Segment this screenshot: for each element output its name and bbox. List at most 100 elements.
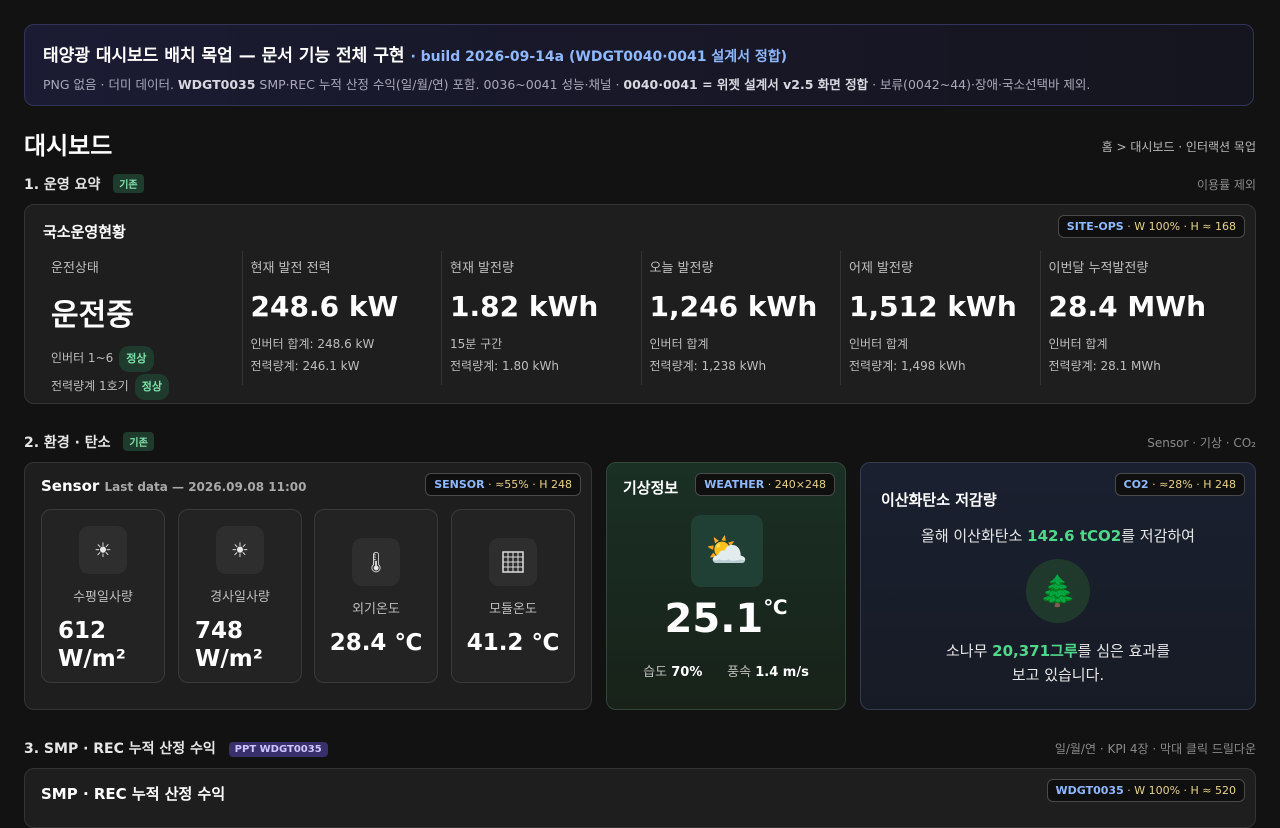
tag-key: CO2 [1123, 478, 1149, 491]
status-badge: 정상 [119, 346, 154, 372]
sensor-card: Sensor Last data — 2026.09.08 11:00 SENS… [24, 462, 592, 710]
sensor-label: 경사일사량 [210, 590, 270, 605]
section-2-header: 2. 환경 · 탄소 기존 [24, 432, 154, 452]
sensor-label: 외기온도 [352, 602, 400, 617]
wind-label: 풍속 [727, 665, 752, 680]
metric-sub: 인버터 합계 [649, 337, 709, 351]
tag-spec: · W 100% · H ≈ 520 [1123, 784, 1236, 797]
metric-value: 1.82 kWh [450, 290, 599, 323]
section-title: 1. 운영 요약 [24, 177, 101, 193]
tree-icon: 🌲 [1026, 559, 1090, 623]
tag-key: SITE-OPS [1066, 220, 1124, 233]
meter-status-row: 전력량계 1호기 정상 [51, 374, 234, 400]
sensor-value: 748 W/m² [195, 618, 263, 672]
weather-card: 기상정보 WEATHER · 240×248 ⛅ 25.1℃ 습도 70% 풍속… [606, 462, 846, 710]
co2-card: 이산화탄소 저감량 CO2 · ≈28% · H 248 올해 이산화탄소 14… [860, 462, 1256, 710]
tree-equivalent-text: 소나무 20,371그루를 심은 효과를 보고 있습니다. [861, 639, 1255, 687]
card-title: SMP · REC 누적 산정 수익 [41, 785, 226, 803]
section-badge: 기존 [123, 432, 154, 451]
sensor-module-temp: 모듈온도 41.2 ℃ [451, 509, 575, 683]
widget-spec-tag: CO2 · ≈28% · H 248 [1114, 473, 1245, 496]
text-part: 를 저감하여 [1121, 527, 1195, 545]
sensor-title-text: Sensor [41, 477, 100, 495]
metric-label: 오늘 발전량 [649, 261, 714, 276]
widget-spec-tag: SITE-OPS · W 100% · H ≈ 168 [1057, 215, 1245, 238]
metric-sub: 인버터 합계 [849, 337, 909, 351]
sensor-value: 41.2 ℃ [466, 630, 560, 656]
banner-desc-bold: WDGT0035 [177, 77, 256, 92]
smp-rec-card: SMP · REC 누적 산정 수익 WDGT0035 · W 100% · H… [24, 768, 1256, 828]
section-title: 3. SMP · REC 누적 산정 수익 [24, 741, 216, 757]
sensor-label: 모듈온도 [489, 602, 537, 617]
build-label: · build 2026-09-14a (WDGT0040·0041 설계서 정… [410, 49, 788, 65]
section-badge: 기존 [113, 174, 144, 193]
section-badge: PPT WDGT0035 [228, 742, 328, 757]
section-1-header: 1. 운영 요약 기존 [24, 174, 144, 194]
section-title: 2. 환경 · 탄소 [24, 435, 111, 451]
weather-meta: 습도 70% 풍속 1.4 m/s [607, 661, 845, 680]
metric-sub: 전력량계: 246.1 kW [250, 359, 360, 373]
card-title: Sensor Last data — 2026.09.08 11:00 [41, 477, 307, 495]
site-ops-card: 국소운영현황 SITE-OPS · W 100% · H ≈ 168 운전상태 … [24, 204, 1256, 404]
banner-title-text: 태양광 대시보드 배치 목업 — 문서 기능 전체 구현 [43, 46, 405, 66]
temperature: 25.1℃ [607, 595, 845, 642]
row-label: 인버터 1~6 [51, 351, 114, 365]
breadcrumb[interactable]: 홈 > 대시보드 · 인터랙션 목업 [1102, 138, 1256, 155]
banner-description: PNG 없음 · 더미 데이터. WDGT0035 SMP·REC 누적 산정 … [43, 74, 1235, 93]
banner-desc-part: SMP·REC 누적 산정 수익(일/월/연) 포함. 0036~0041 성능… [255, 77, 624, 92]
ops-month-energy: 이번달 누적발전량 28.4 MWh 인버터 합계전력량계: 28.1 MWh [1039, 251, 1240, 385]
sensor-label: 수평일사량 [73, 590, 133, 605]
humidity-value: 70% [671, 665, 703, 680]
tag-spec: · W 100% · H ≈ 168 [1123, 220, 1236, 233]
tag-key: WEATHER [704, 478, 765, 491]
widget-spec-tag: WEATHER · 240×248 [695, 473, 835, 496]
ops-metrics: 운전상태 운전중 인버터 1~6 정상 전력량계 1호기 정상 현재 발전 전력 2… [43, 251, 1240, 400]
metric-value: 1,512 kWh [849, 290, 1017, 323]
humidity-label: 습도 [643, 665, 668, 680]
partly-cloudy-icon: ⛅ [691, 515, 763, 587]
metric-sub: 인버터 합계: 248.6 kW [250, 337, 375, 351]
text-part: 를 심은 효과를 [1077, 642, 1170, 660]
metric-value: 248.6 kW [250, 290, 399, 323]
section-3-note: 일/월/연 · KPI 4장 · 막대 클릭 드릴다운 [1054, 742, 1256, 756]
metric-value: 28.4 MWh [1048, 290, 1207, 323]
temperature-unit: ℃ [763, 595, 788, 619]
tag-spec: · ≈55% · H 248 [484, 478, 572, 491]
ops-current-energy: 현재 발전량 1.82 kWh 15분 구간 전력량계: 1.80 kWh [441, 251, 641, 385]
co2-amount: 142.6 tCO2 [1027, 527, 1122, 545]
sensor-outdoor-temp: 🌡 외기온도 28.4 ℃ [314, 509, 438, 683]
metric-label: 현재 발전량 [450, 261, 514, 276]
status-value: 운전중 [51, 298, 134, 333]
ops-status: 운전상태 운전중 인버터 1~6 정상 전력량계 1호기 정상 [43, 251, 242, 400]
card-title: 기상정보 [623, 479, 679, 497]
section-3-header: 3. SMP · REC 누적 산정 수익 PPT WDGT0035 [24, 738, 328, 758]
tag-spec: · 240×248 [764, 478, 826, 491]
sun-icon: ☀ [79, 526, 127, 574]
co2-reduction-text: 올해 이산화탄소 142.6 tCO2를 저감하여 [861, 525, 1255, 546]
wind-value: 1.4 m/s [755, 665, 809, 680]
section-2-note: Sensor · 기상 · CO₂ [1147, 436, 1256, 450]
tree-count: 20,371그루 [992, 642, 1078, 660]
tag-key: SENSOR [434, 478, 485, 491]
metric-label: 어제 발전량 [849, 261, 913, 276]
sensor-tilted-irradiance: ☀ 경사일사량 748 W/m² [178, 509, 302, 683]
metric-label: 운전상태 [51, 261, 99, 276]
solar-panel-icon [489, 538, 537, 586]
section-1-note: 이용률 제외 [1196, 178, 1256, 192]
text-part: 소나무 [946, 642, 993, 660]
card-title: 국소운영현황 [43, 223, 126, 241]
ops-today-energy: 오늘 발전량 1,246 kWh 인버터 합계 전력량계: 1,238 kWh [640, 251, 841, 385]
metric-sub: 인버터 합계 [1048, 337, 1108, 351]
metric-sub: 전력량계: 28.1 MWh [1048, 359, 1161, 373]
info-banner: 태양광 대시보드 배치 목업 — 문서 기능 전체 구현 · build 202… [24, 24, 1254, 106]
tag-key: WDGT0035 [1055, 784, 1124, 797]
row-label: 전력량계 1호기 [51, 379, 129, 393]
page-title: 대시보드 [24, 132, 113, 160]
tag-spec: · ≈28% · H 248 [1148, 478, 1236, 491]
widget-spec-tag: WDGT0035 · W 100% · H ≈ 520 [1046, 779, 1245, 802]
metric-label: 이번달 누적발전량 [1048, 261, 1149, 276]
inverter-status-row: 인버터 1~6 정상 [51, 346, 234, 372]
banner-title: 태양광 대시보드 배치 목업 — 문서 기능 전체 구현 · build 202… [43, 41, 1235, 66]
widget-spec-tag: SENSOR · ≈55% · H 248 [425, 473, 581, 496]
text-part: 올해 이산화탄소 [921, 527, 1028, 545]
